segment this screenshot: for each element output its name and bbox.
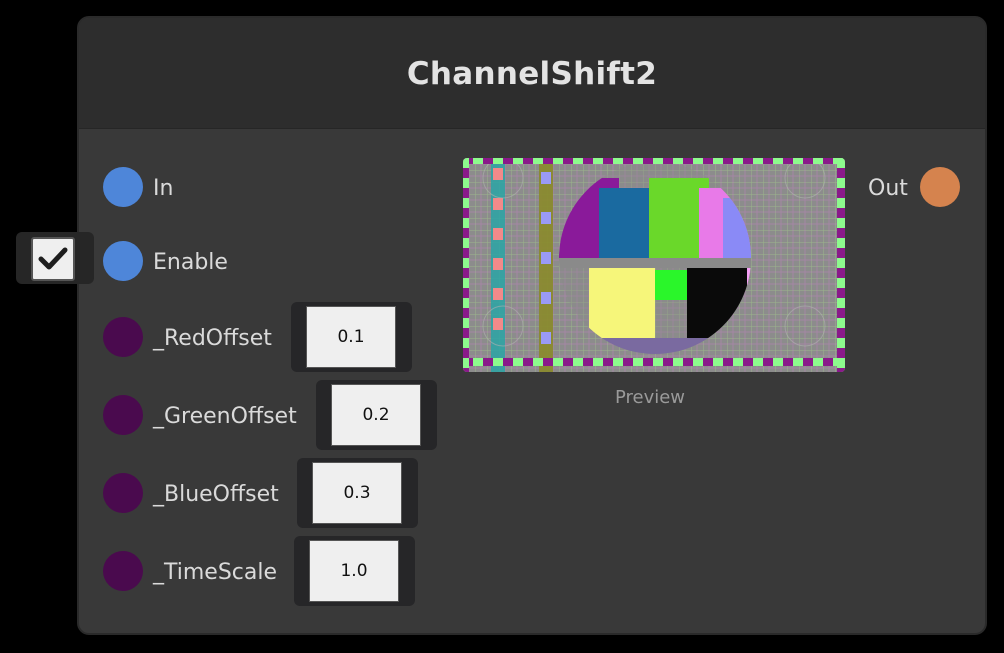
green-offset-label: _GreenOffset (153, 404, 297, 429)
timescale-label: _TimeScale (153, 560, 278, 585)
enable-checkbox-container (16, 232, 94, 284)
enable-checkbox[interactable] (31, 237, 75, 281)
red-offset-input[interactable]: 0.1 (306, 306, 396, 368)
out-port-label: Out (868, 176, 908, 201)
node-header[interactable]: ChannelShift2 (79, 18, 985, 129)
timescale-port[interactable] (103, 551, 143, 591)
timescale-field-container: 1.0 (294, 536, 415, 606)
red-offset-field-container: 0.1 (291, 302, 412, 372)
out-port[interactable] (920, 167, 960, 207)
red-offset-port[interactable] (103, 317, 143, 357)
blue-offset-input[interactable]: 0.3 (312, 462, 402, 524)
blue-offset-field-container: 0.3 (297, 458, 418, 528)
in-port[interactable] (103, 167, 143, 207)
green-offset-field-container: 0.2 (316, 380, 437, 450)
enable-port-label: Enable (153, 250, 228, 275)
preview-image (463, 158, 845, 372)
enable-port[interactable] (103, 241, 143, 281)
in-port-label: In (153, 176, 174, 201)
green-offset-input[interactable]: 0.2 (331, 384, 421, 446)
green-offset-port[interactable] (103, 395, 143, 435)
blue-offset-port[interactable] (103, 473, 143, 513)
blue-offset-label: _BlueOffset (153, 482, 279, 507)
checkmark-icon (38, 247, 68, 270)
node-title: ChannelShift2 (406, 56, 658, 92)
red-offset-label: _RedOffset (153, 326, 272, 351)
timescale-input[interactable]: 1.0 (309, 540, 399, 602)
preview-label: Preview (614, 387, 686, 408)
